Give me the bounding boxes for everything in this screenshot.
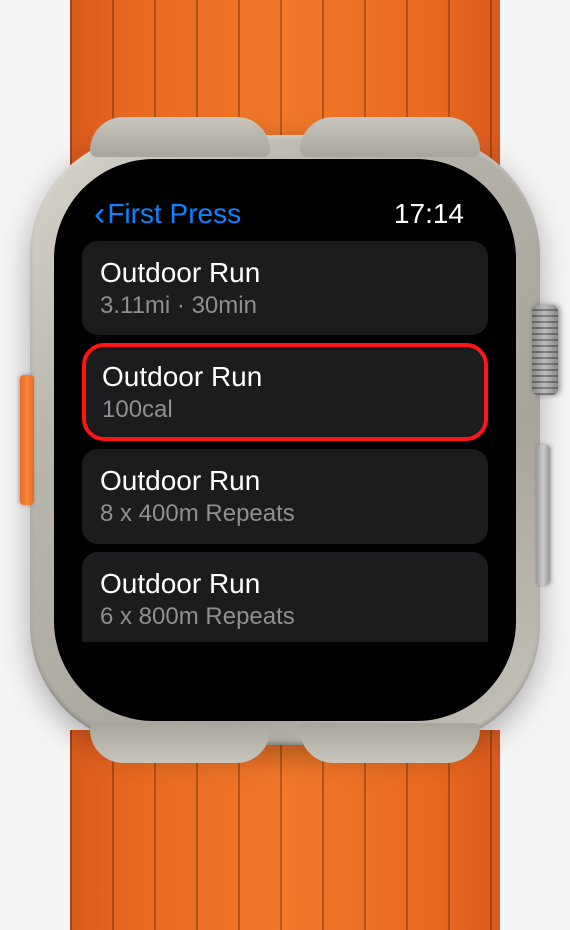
item-subtitle: 100cal xyxy=(102,394,468,425)
digital-crown[interactable] xyxy=(532,305,558,395)
item-subtitle: 3.11mi · 30min xyxy=(100,290,470,321)
watch-case: ‹ First Press 17:14 Outdoor Run 3.11mi ·… xyxy=(30,135,540,745)
watch-screen: ‹ First Press 17:14 Outdoor Run 3.11mi ·… xyxy=(76,181,494,699)
item-title: Outdoor Run xyxy=(100,255,470,290)
workout-list[interactable]: Outdoor Run 3.11mi · 30min Outdoor Run 1… xyxy=(76,237,494,642)
item-title: Outdoor Run xyxy=(100,463,470,498)
back-button-label: First Press xyxy=(107,198,241,230)
chevron-left-icon: ‹ xyxy=(94,197,105,231)
watch-lug xyxy=(90,723,270,763)
side-button[interactable] xyxy=(536,445,550,585)
item-title: Outdoor Run xyxy=(100,566,470,601)
screen-bezel: ‹ First Press 17:14 Outdoor Run 3.11mi ·… xyxy=(54,159,516,721)
list-item[interactable]: Outdoor Run 8 x 400m Repeats xyxy=(82,449,488,543)
action-button[interactable] xyxy=(20,375,34,505)
list-item[interactable]: Outdoor Run 3.11mi · 30min xyxy=(82,241,488,335)
item-subtitle: 8 x 400m Repeats xyxy=(100,498,470,529)
watch-lug xyxy=(90,117,270,157)
watch-lug xyxy=(300,723,480,763)
watch-frame: ‹ First Press 17:14 Outdoor Run 3.11mi ·… xyxy=(0,0,570,930)
item-subtitle: 6 x 800m Repeats xyxy=(100,601,470,632)
list-item[interactable]: Outdoor Run 6 x 800m Repeats xyxy=(82,552,488,642)
status-bar: ‹ First Press 17:14 xyxy=(76,181,494,237)
list-item-highlighted[interactable]: Outdoor Run 100cal xyxy=(82,343,488,441)
item-title: Outdoor Run xyxy=(102,359,468,394)
back-button[interactable]: ‹ First Press xyxy=(94,197,241,231)
time-display: 17:14 xyxy=(394,198,464,230)
watch-lug xyxy=(300,117,480,157)
